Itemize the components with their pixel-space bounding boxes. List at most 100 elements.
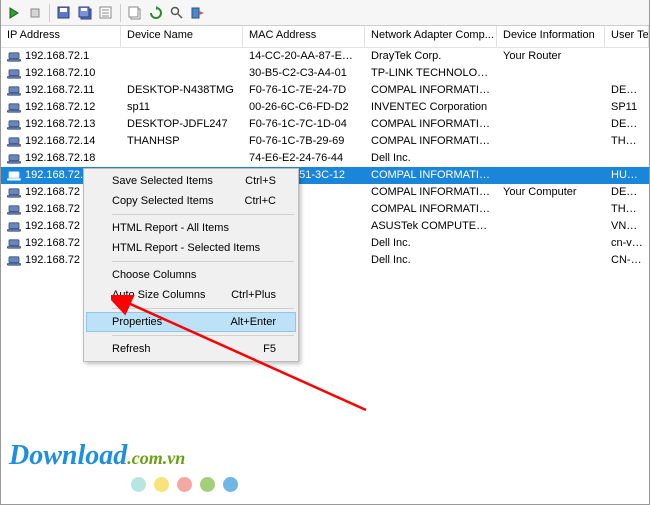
cell-company: Dell Inc. (365, 150, 497, 167)
find-icon[interactable] (168, 4, 186, 22)
menu-shortcut: Ctrl+C (245, 195, 276, 207)
cell-name: sp11 (121, 99, 243, 116)
table-row[interactable]: 192.168.72.11DESKTOP-N438TMGF0-76-1C-7E-… (1, 82, 649, 99)
cell-name: THANHSP (121, 133, 243, 150)
menu-label: Choose Columns (112, 269, 196, 281)
menu-item-copy-selected-items[interactable]: Copy Selected ItemsCtrl+C (86, 191, 296, 211)
cell-ip: 192.168.72.18 (1, 150, 121, 167)
menu-item-html-report-selected-items[interactable]: HTML Report - Selected Items (86, 238, 296, 258)
column-header-user[interactable]: User Te (605, 26, 649, 48)
cell-info (497, 116, 605, 133)
cell-ip: 192.168.72.13 (1, 116, 121, 133)
cell-name (121, 65, 243, 82)
cell-company: TP-LINK TECHNOLOGIE... (365, 65, 497, 82)
table-row[interactable]: 192.168.72.1874-E6-E2-24-76-44Dell Inc. (1, 150, 649, 167)
table-row[interactable]: 192.168.72.13DESKTOP-JDFL247F0-76-1C-7C-… (1, 116, 649, 133)
menu-item-auto-size-columns[interactable]: Auto Size Columns Ctrl+Plus (86, 285, 296, 305)
menu-label: Refresh (112, 343, 151, 355)
menu-separator (112, 261, 294, 262)
table-row[interactable]: 192.168.72.10 30-B5-C2-C3-A4-01TP-LINK TE… (1, 65, 649, 82)
dot (177, 477, 192, 492)
cell-user: DESKTO (605, 116, 649, 133)
cell-info: Your Computer (497, 184, 605, 201)
menu-item-refresh[interactable]: Refresh F5 (86, 339, 296, 359)
separator (120, 4, 121, 22)
column-header-info[interactable]: Device Information (497, 26, 605, 48)
menu-label: Auto Size Columns (112, 289, 206, 301)
column-header-mac[interactable]: MAC Address (243, 26, 365, 48)
table-row[interactable]: 192.168.72.114-CC-20-AA-87-E9-04DrayTek … (1, 48, 649, 65)
table-row[interactable]: 192.168.72.12sp1100-26-6C-C6-FD-D2INVENT… (1, 99, 649, 116)
cell-company: COMPAL INFORMATIO... (365, 201, 497, 218)
cell-user (605, 48, 649, 65)
context-menu: Save Selected ItemsCtrl+SCopy Selected I… (83, 168, 299, 362)
cell-info (497, 133, 605, 150)
cell-user (605, 150, 649, 167)
column-header-name[interactable]: Device Name (121, 26, 243, 48)
column-headers: IP Address Device Name MAC Address Netwo… (1, 26, 649, 48)
props-icon[interactable] (97, 4, 115, 22)
cell-info (497, 99, 605, 116)
separator (49, 4, 50, 22)
cell-user: VNDOC (605, 218, 649, 235)
cell-user: THANHS (605, 133, 649, 150)
cell-company: Dell Inc. (365, 252, 497, 269)
cell-company: COMPAL INFORMATIO... (365, 184, 497, 201)
refresh-icon[interactable] (147, 4, 165, 22)
save-icon[interactable] (55, 4, 73, 22)
cell-mac: F0-76-1C-7E-24-7D (243, 82, 365, 99)
cell-company: INVENTEC Corporation (365, 99, 497, 116)
cell-mac: 00-26-6C-C6-FD-D2 (243, 99, 365, 116)
stop-icon[interactable] (26, 4, 44, 22)
cell-ip: 192.168.72.10 (1, 65, 121, 82)
watermark-logo: Download.com.vn (9, 440, 185, 472)
cell-info (497, 65, 605, 82)
cell-user: DESKTO (605, 184, 649, 201)
menu-shortcut: F5 (263, 343, 276, 355)
dot (154, 477, 169, 492)
cell-mac: 14-CC-20-AA-87-E9-04 (243, 48, 365, 65)
cell-ip: 192.168.72.1 (1, 48, 121, 65)
table-row[interactable]: 192.168.72.14THANHSPF0-76-1C-7B-29-69COM… (1, 133, 649, 150)
menu-separator (112, 214, 294, 215)
cell-info (497, 201, 605, 218)
cell-company: COMPAL INFORMATIO... (365, 167, 497, 184)
exit-icon[interactable] (189, 4, 207, 22)
menu-item-save-selected-items[interactable]: Save Selected ItemsCtrl+S (86, 171, 296, 191)
cell-user: THAOS (605, 201, 649, 218)
cell-user: HUYEN (605, 167, 649, 184)
play-icon[interactable] (5, 4, 23, 22)
cell-ip: 192.168.72.12 (1, 99, 121, 116)
save-multi-icon[interactable] (76, 4, 94, 22)
cell-company: COMPAL INFORMATIO... (365, 82, 497, 99)
menu-label: HTML Report - All Items (112, 222, 229, 234)
cell-name: DESKTOP-JDFL247 (121, 116, 243, 133)
cell-mac: F0-76-1C-7B-29-69 (243, 133, 365, 150)
cell-name: DESKTOP-N438TMG (121, 82, 243, 99)
menu-shortcut: Ctrl+S (245, 175, 276, 187)
cell-info (497, 218, 605, 235)
cell-info (497, 252, 605, 269)
cell-user: cn-van (605, 235, 649, 252)
menu-label: Properties (112, 316, 162, 328)
cell-company: COMPAL INFORMATIO... (365, 116, 497, 133)
cell-mac: F0-76-1C-7C-1D-04 (243, 116, 365, 133)
cell-user: SP11 (605, 99, 649, 116)
copy-icon[interactable] (126, 4, 144, 22)
cell-mac: 30-B5-C2-C3-A4-01 (243, 65, 365, 82)
cell-company: COMPAL INFORMATIO... (365, 133, 497, 150)
cell-user: CN-KuS (605, 252, 649, 269)
cell-info (497, 82, 605, 99)
menu-shortcut: Ctrl+Plus (231, 289, 276, 301)
menu-shortcut: Alt+Enter (230, 316, 276, 328)
column-header-company[interactable]: Network Adapter Comp... (365, 26, 497, 48)
watermark-part1: Download (9, 440, 127, 471)
cell-company: ASUSTek COMPUTER INC. (365, 218, 497, 235)
menu-item-properties[interactable]: Properties Alt+Enter (86, 312, 296, 332)
column-header-ip[interactable]: IP Address (1, 26, 121, 48)
toolbar (1, 0, 649, 26)
menu-item-html-report-all-items[interactable]: HTML Report - All Items (86, 218, 296, 238)
menu-separator (112, 308, 294, 309)
cell-user: DESKTO (605, 82, 649, 99)
menu-item-choose-columns[interactable]: Choose Columns (86, 265, 296, 285)
